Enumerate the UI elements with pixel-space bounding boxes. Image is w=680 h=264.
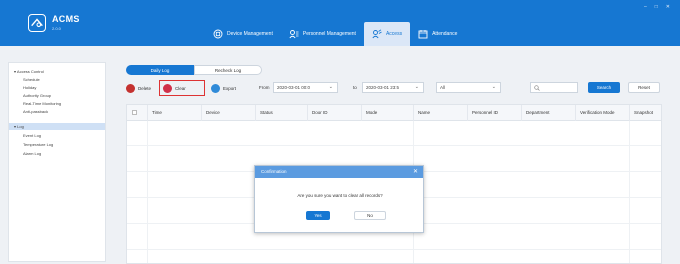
- column-header-snapshot[interactable]: Snapshot: [629, 105, 661, 121]
- export-button[interactable]: Export: [211, 83, 236, 93]
- sidebar-item-schedule[interactable]: Schedule: [9, 76, 105, 83]
- access-icon: [372, 29, 382, 39]
- app-version: 2.0.0: [52, 26, 61, 31]
- column-header-personnel-id[interactable]: Personnel ID: [467, 105, 521, 121]
- attendance-icon: [418, 30, 428, 39]
- no-button[interactable]: No: [354, 211, 386, 220]
- column-header-department[interactable]: Department: [521, 105, 575, 121]
- column-header-verification-mode[interactable]: Verification Mode: [575, 105, 629, 121]
- window-controls: – □ ✕: [644, 4, 670, 10]
- nav-label: Personnel Management: [302, 31, 356, 37]
- nav-access[interactable]: Access: [363, 22, 411, 46]
- reset-button[interactable]: Reset: [628, 82, 660, 93]
- app-header: ACMS 2.0.0 – □ ✕ Device Management Perso…: [0, 0, 680, 46]
- column-divider: [147, 121, 148, 263]
- column-header-door-id[interactable]: Door ID: [307, 105, 361, 121]
- delete-icon: [126, 83, 135, 93]
- from-label: From: [259, 85, 270, 90]
- search-icon: [534, 84, 540, 91]
- column-header-time[interactable]: Time: [147, 105, 201, 121]
- clear-button[interactable]: Clear: [163, 83, 186, 93]
- row-divider: [127, 249, 661, 250]
- chevron-down-icon: ⌄: [328, 84, 333, 90]
- filter-select[interactable]: All ⌄: [436, 82, 501, 93]
- nav-device-management[interactable]: Device Management: [205, 22, 281, 46]
- nav-label: Attendance: [432, 31, 458, 37]
- table-header: Time Device Status Door ID Mode Name Per…: [127, 105, 661, 121]
- confirmation-dialog: Confirmation ✕ Are you sure you want to …: [254, 165, 424, 233]
- tab-recheck-log[interactable]: Recheck Log: [194, 65, 262, 75]
- chevron-down-icon: ⌄: [414, 84, 419, 90]
- dialog-title: Confirmation: [261, 169, 287, 174]
- delete-button[interactable]: Delete: [126, 83, 151, 93]
- personnel-icon: [289, 30, 299, 39]
- sidebar-item-real-time-monitoring[interactable]: Real-Time Monitoring: [9, 100, 105, 107]
- sidebar-item-authority-group[interactable]: Authority Group: [9, 92, 105, 99]
- column-header-name[interactable]: Name: [413, 105, 467, 121]
- main-nav: Device Management Personnel Management A…: [205, 22, 465, 46]
- sidebar-item-holiday[interactable]: Holiday: [9, 84, 105, 91]
- device-icon: [213, 29, 223, 39]
- sidebar-item-temperature-log[interactable]: Temperature Log: [9, 141, 105, 148]
- column-header-mode[interactable]: Mode: [361, 105, 413, 121]
- main-content: Daily Log Recheck Log Delete Clear Expor…: [120, 62, 668, 264]
- sidebar-group-log[interactable]: ▾ Log: [9, 123, 105, 130]
- sidebar-item-event-log[interactable]: Event Log: [9, 132, 105, 139]
- column-divider: [629, 121, 630, 263]
- nav-label: Access: [385, 31, 403, 37]
- tab-daily-log[interactable]: Daily Log: [126, 65, 194, 75]
- sidebar-item-anti-passback[interactable]: Anti-passback: [9, 108, 105, 115]
- nav-personnel-management[interactable]: Personnel Management: [281, 22, 364, 46]
- to-label: to: [353, 85, 357, 90]
- row-divider: [127, 145, 661, 146]
- from-date-input[interactable]: 2020-03-01 00:0 ⌄: [273, 82, 338, 93]
- column-header-device[interactable]: Device: [201, 105, 255, 121]
- close-icon[interactable]: ✕: [413, 166, 418, 178]
- sidebar-group-access-control[interactable]: ▾ Access Control: [9, 68, 105, 75]
- yes-button[interactable]: Yes: [306, 211, 330, 220]
- chevron-down-icon: ⌄: [491, 84, 496, 90]
- nav-attendance[interactable]: Attendance: [410, 22, 465, 46]
- to-date-input[interactable]: 2020-03-01 23:5 ⌄: [362, 82, 424, 93]
- search-input[interactable]: [530, 82, 578, 93]
- toolbar: Delete Clear Export From 2020-03-01 00:0…: [126, 80, 666, 97]
- sidebar-item-alarm-log[interactable]: Alarm Log: [9, 150, 105, 157]
- app-title: ACMS: [52, 14, 80, 24]
- search-button[interactable]: Search: [588, 82, 620, 93]
- dialog-header: Confirmation ✕: [255, 166, 423, 178]
- maximize-button[interactable]: □: [655, 4, 658, 10]
- sidebar: ▾ Access Control Schedule Holiday Author…: [8, 62, 106, 262]
- log-tabs: Daily Log Recheck Log: [126, 65, 262, 75]
- column-header-status[interactable]: Status: [255, 105, 307, 121]
- clear-icon: [163, 83, 172, 93]
- app-logo-icon: [28, 14, 46, 32]
- minimize-button[interactable]: –: [644, 4, 647, 10]
- close-window-button[interactable]: ✕: [666, 4, 670, 10]
- export-icon: [211, 83, 220, 93]
- nav-label: Device Management: [227, 31, 273, 37]
- select-all-checkbox[interactable]: [132, 110, 137, 115]
- dialog-message: Are you sure you want to clear all recor…: [297, 193, 383, 198]
